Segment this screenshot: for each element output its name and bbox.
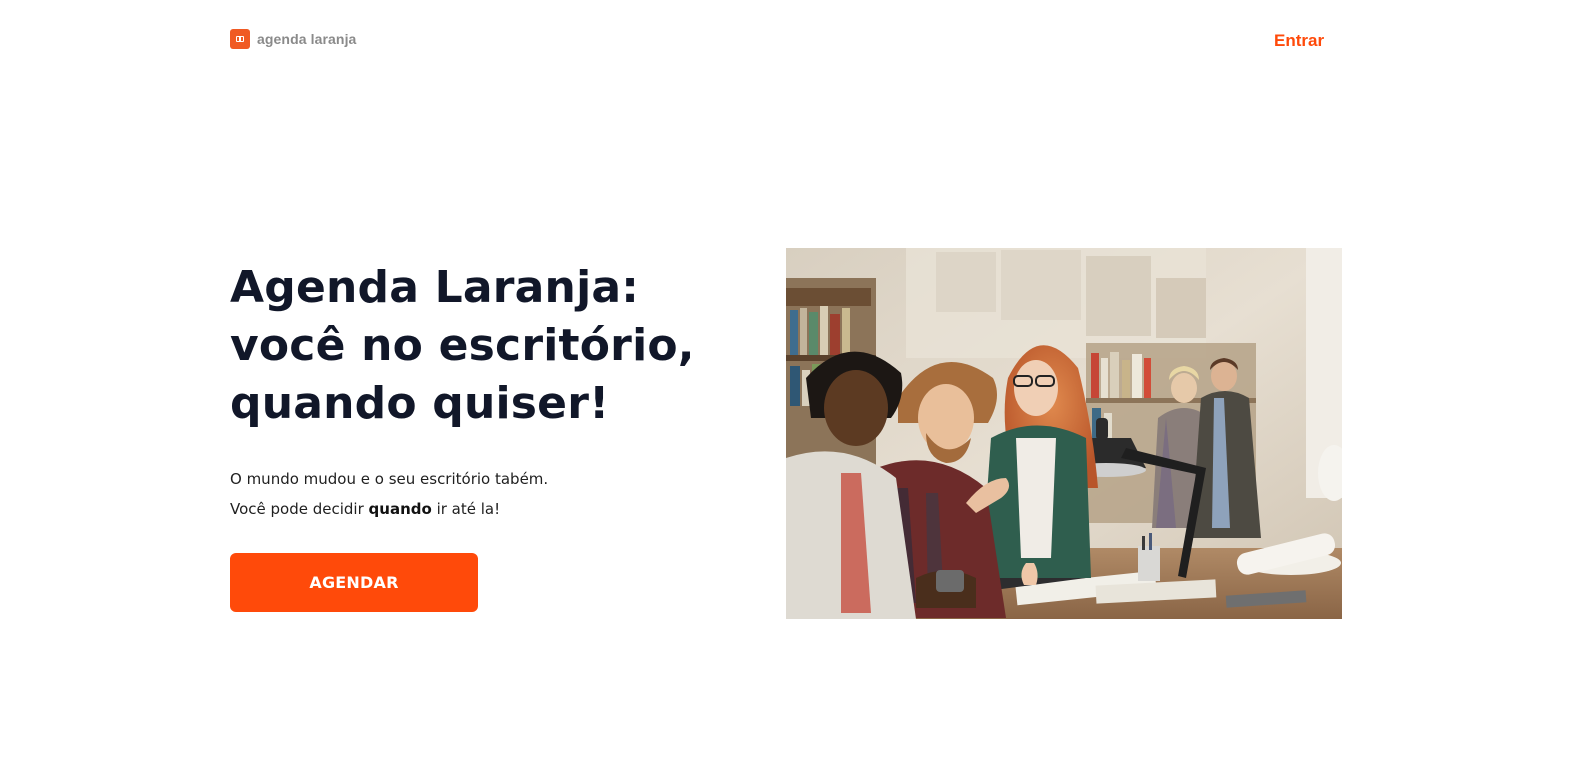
landing-page: agenda laranja Entrar Agenda Laranja: vo… — [0, 0, 1580, 766]
hero-title: Agenda Laranja: você no escritório, quan… — [230, 259, 750, 433]
hero-description: O mundo mudou e o seu escritório tabém. … — [230, 464, 548, 524]
hero-description-emphasis: quando — [368, 500, 432, 518]
hero-description-line2: Você pode decidir quando ir até la! — [230, 494, 548, 524]
hero-title-line: Agenda Laranja: — [230, 262, 640, 313]
brand-name: agenda laranja — [257, 31, 357, 47]
schedule-button[interactable]: AGENDAR — [230, 553, 478, 612]
hero-description-suffix: ir até la! — [431, 500, 501, 518]
team-working-in-office-photo — [786, 248, 1342, 619]
calendar-icon — [230, 29, 250, 49]
hero-description-line1: O mundo mudou e o seu escritório tabém. — [230, 470, 549, 488]
login-link[interactable]: Entrar — [1274, 31, 1324, 51]
hero-description-prefix: Você pode decidir — [230, 500, 369, 518]
hero-title-line: você no escritório, — [230, 320, 695, 371]
hero-title-line: quando quiser! — [230, 378, 610, 429]
brand-logo[interactable]: agenda laranja — [230, 29, 356, 49]
